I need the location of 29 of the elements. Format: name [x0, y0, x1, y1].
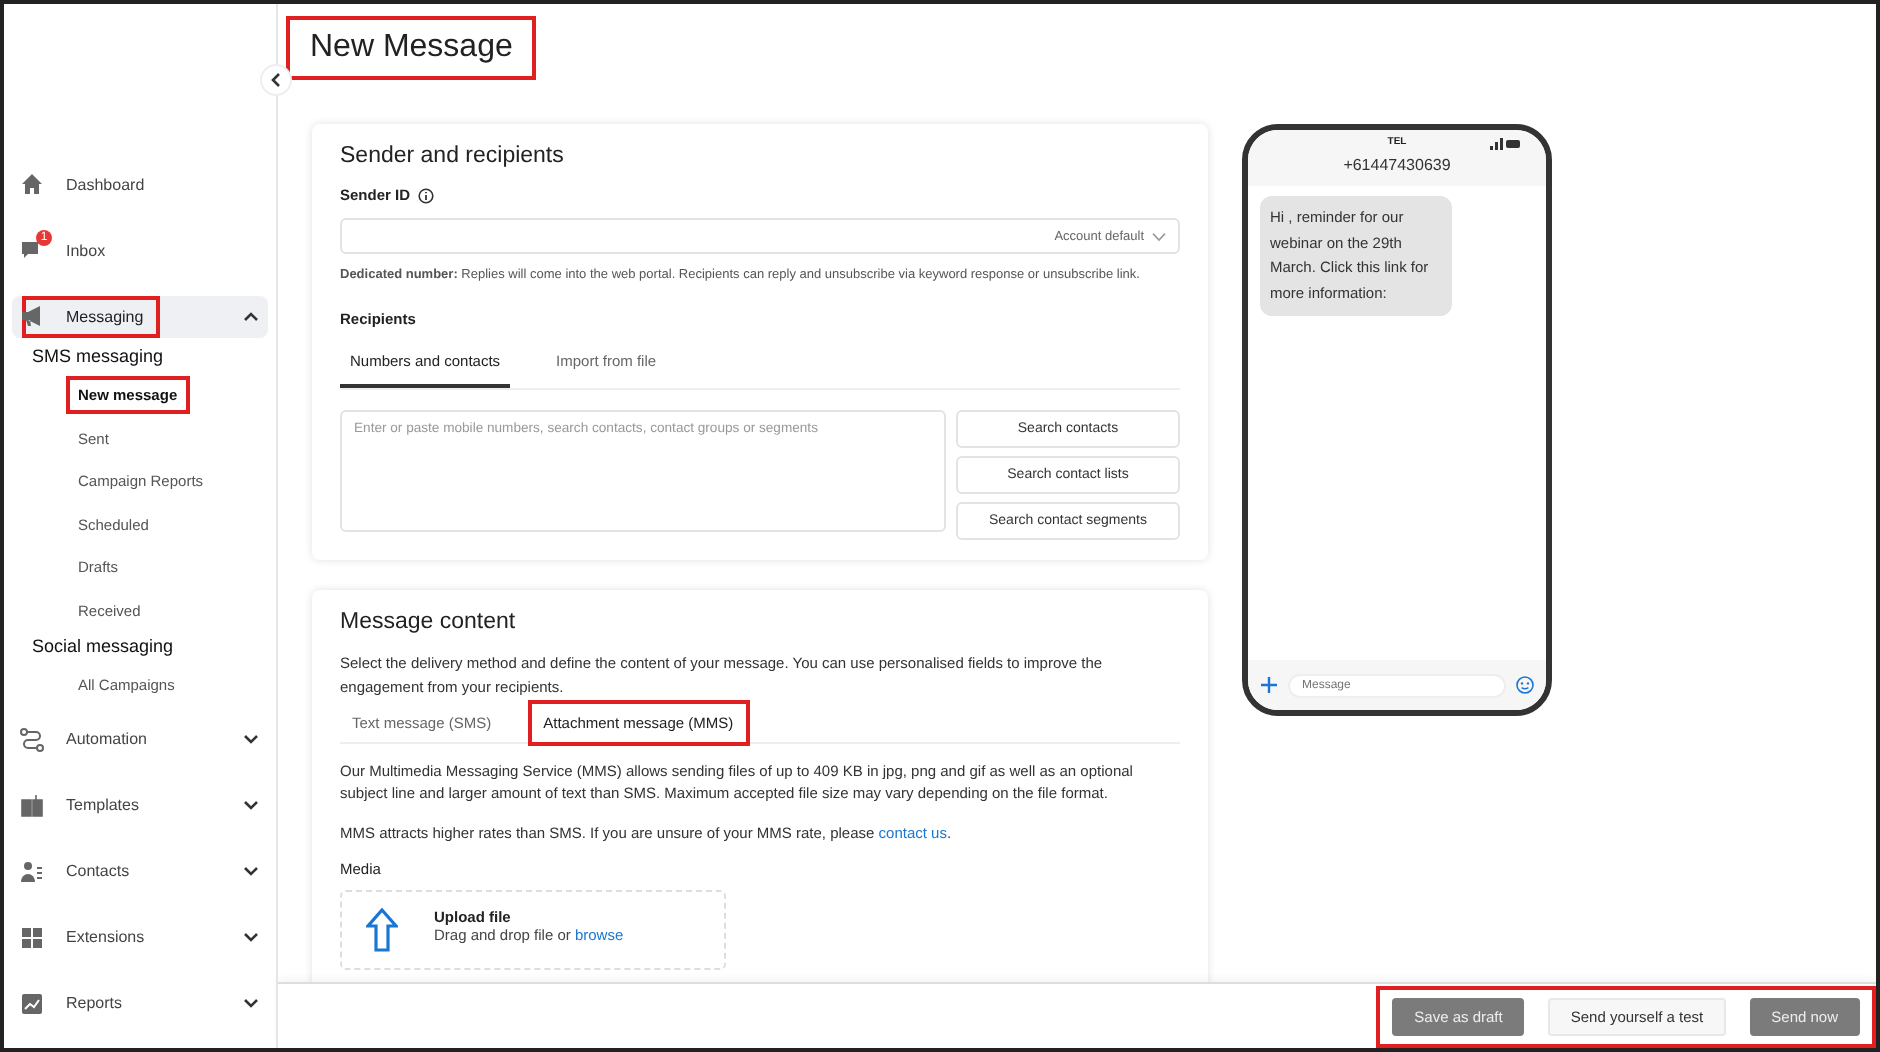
sidebar-item[interactable]: Dashboard: [12, 164, 268, 206]
sidebar-item[interactable]: Extensions: [12, 916, 268, 959]
people-icon: [20, 859, 44, 884]
chevron-left-icon: [270, 72, 282, 88]
chat-icon: [20, 238, 44, 263]
upload-arrow-icon: [366, 908, 398, 952]
book-icon: [20, 793, 44, 818]
section-heading: Social messaging: [32, 635, 176, 656]
card-title: Sender and recipients: [340, 144, 566, 168]
chart-icon: [20, 991, 44, 1016]
sidebar-item[interactable]: Reports: [12, 982, 268, 1024]
collapse-button[interactable]: [260, 64, 292, 96]
sidebar-item[interactable]: Templates: [12, 784, 268, 827]
grid-icon: [20, 925, 44, 950]
info-icon: [418, 187, 435, 203]
status-icon: [1490, 138, 1522, 150]
phone-number: +61447430639: [1343, 156, 1451, 174]
section-heading: SMS messaging: [32, 345, 166, 366]
emoji-icon: [1516, 676, 1534, 694]
home-icon: [20, 172, 44, 197]
card-title: Message content: [340, 609, 518, 633]
sidebar-item[interactable]: Messaging: [12, 295, 268, 338]
megaphone-icon: [20, 304, 44, 329]
route-icon: [20, 727, 44, 752]
sidebar-item[interactable]: Contacts: [12, 850, 268, 893]
sidebar-item[interactable]: Automation: [12, 718, 268, 761]
page-title: New Message: [290, 20, 533, 76]
chevron-down-icon: [1152, 231, 1166, 241]
plus-icon: [1260, 676, 1278, 694]
